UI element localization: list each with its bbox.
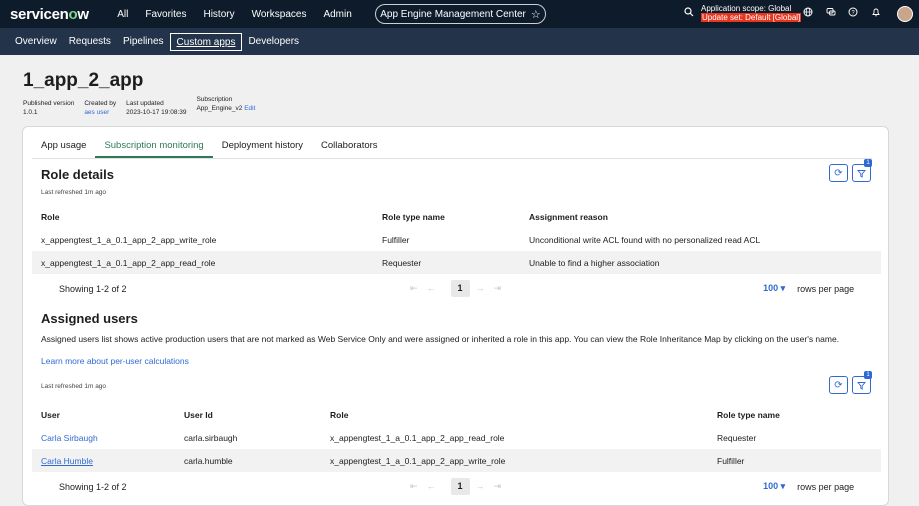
users-pager: Showing 1-2 of 2 ⇤← 1 →⇥ 100 ▾ rows per … (59, 478, 859, 495)
subscription-edit-link[interactable]: Edit (244, 105, 255, 112)
meta-last-updated: Last updated 2023-10-17 19:08:39 (126, 100, 187, 116)
prev-page-icons[interactable]: ⇤← (410, 283, 445, 294)
assigned-users-table: User User Id Role Role type name Carla S… (32, 404, 881, 472)
tab-subscription-monitoring[interactable]: Subscription monitoring (95, 137, 213, 158)
role-details-title: Role details (41, 167, 114, 182)
rows-per-page-label: rows per page (797, 481, 855, 492)
bell-icon[interactable] (869, 7, 883, 21)
col-user-id[interactable]: User Id (184, 404, 330, 426)
assigned-users-description: Assigned users list shows active product… (41, 334, 840, 344)
table-row: Carla Sirbaugh carla.sirbaugh x_appengte… (41, 432, 757, 443)
tab-collaborators[interactable]: Collaborators (312, 137, 387, 158)
role-pager: Showing 1-2 of 2 ⇤← 1 →⇥ 100 ▾ rows per … (59, 280, 859, 297)
help-icon[interactable]: ? (846, 7, 860, 21)
tab-app-usage[interactable]: App usage (32, 137, 95, 158)
refresh-icon: ⟳ (834, 379, 843, 391)
nav-favorites[interactable]: Favorites (137, 9, 195, 20)
top-nav-bar: servicenow All Favorites History Workspa… (0, 0, 919, 28)
table-row: x_appengtest_1_a_0.1_app_2_app_read_role… (32, 251, 881, 274)
meta-published-version: Published version 1.0.1 (23, 100, 75, 116)
app-pill-label: App Engine Management Center (380, 8, 526, 20)
main-card: App usage Subscription monitoring Deploy… (22, 126, 889, 506)
refresh-button[interactable]: ⟳ (829, 376, 848, 394)
nav-admin[interactable]: Admin (315, 9, 360, 20)
rows-per-page-select[interactable]: 100 ▾ (763, 481, 785, 492)
subnav-requests[interactable]: Requests (63, 33, 117, 51)
next-page-icons[interactable]: →⇥ (476, 481, 511, 492)
role-details-table: Role Role type name Assignment reason x_… (32, 206, 881, 274)
table-header-row: Role Role type name Assignment reason (32, 206, 881, 228)
role-last-refreshed: Last refreshed 1m ago (41, 189, 107, 196)
refresh-button[interactable]: ⟳ (829, 164, 848, 182)
showing-count: Showing 1-2 of 2 (59, 283, 127, 294)
tab-bar: App usage Subscription monitoring Deploy… (32, 137, 872, 159)
table-row: Carla Humble carla.humble x_appengtest_1… (32, 449, 881, 472)
rows-per-page-label: rows per page (797, 283, 855, 294)
subnav-overview[interactable]: Overview (9, 33, 63, 51)
subnav-custom-apps[interactable]: Custom apps (169, 32, 243, 51)
users-last-refreshed: Last refreshed 1m ago (41, 383, 107, 390)
col-role-type-name[interactable]: Role type name (382, 206, 529, 228)
nav-workspaces[interactable]: Workspaces (243, 9, 315, 20)
application-scope[interactable]: Application scope: Global Update set: De… (701, 4, 802, 22)
filter-count-badge: 1 (864, 159, 872, 167)
app-metadata: Published version 1.0.1 Created by aes u… (23, 96, 896, 117)
nav-all[interactable]: All (109, 9, 137, 20)
prev-page-icons[interactable]: ⇤← (410, 481, 445, 492)
meta-subscription: Subscription App_Engine_v2 Edit (196, 96, 256, 112)
page-number[interactable]: 1 (450, 280, 470, 297)
page-title: 1_app_2_app (23, 70, 144, 91)
user-link[interactable]: Carla Sirbaugh (41, 433, 98, 443)
app-pill-button[interactable]: App Engine Management Center ☆ (375, 4, 546, 24)
subnav-pipelines[interactable]: Pipelines (117, 33, 170, 51)
table-row: x_appengtest_1_a_0.1_app_2_app_write_rol… (41, 234, 761, 245)
meta-created-by: Created by aes user (84, 100, 117, 116)
globe-icon[interactable] (801, 7, 815, 21)
tab-deployment-history[interactable]: Deployment history (213, 137, 312, 158)
created-by-link[interactable]: aes user (84, 109, 109, 116)
chat-icon[interactable] (824, 7, 838, 21)
col-assignment-reason[interactable]: Assignment reason (529, 206, 881, 228)
app-scope-text: Application scope: Global (701, 4, 792, 13)
col-user[interactable]: User (32, 404, 184, 426)
next-page-icons[interactable]: →⇥ (476, 283, 511, 294)
page-number[interactable]: 1 (450, 478, 470, 495)
nav-history[interactable]: History (195, 9, 243, 20)
subnav-developers[interactable]: Developers (242, 33, 305, 51)
search-icon[interactable] (682, 7, 696, 21)
col-role-type-name[interactable]: Role type name (717, 404, 881, 426)
servicenow-logo[interactable]: servicenow (10, 6, 89, 23)
user-link[interactable]: Carla Humble (41, 456, 93, 466)
rows-per-page-select[interactable]: 100 ▾ (763, 283, 785, 294)
showing-count: Showing 1-2 of 2 (59, 481, 127, 492)
filter-icon (857, 169, 866, 178)
filter-count-badge: 1 (864, 371, 872, 379)
filter-icon (857, 381, 866, 390)
main-nav: All Favorites History Workspaces Admin (109, 9, 361, 20)
table-header-row: User User Id Role Role type name (32, 404, 881, 426)
learn-more-link[interactable]: Learn more about per-user calculations (41, 356, 189, 367)
refresh-icon: ⟳ (834, 167, 843, 179)
star-icon[interactable]: ☆ (531, 8, 541, 21)
col-role[interactable]: Role (32, 206, 382, 228)
update-set-text: Update set: Default [Global] (701, 13, 802, 22)
user-avatar[interactable] (897, 6, 913, 22)
col-role[interactable]: Role (330, 404, 717, 426)
sub-nav-bar: Overview Requests Pipelines Custom apps … (0, 28, 919, 55)
assigned-users-title: Assigned users (41, 311, 138, 326)
